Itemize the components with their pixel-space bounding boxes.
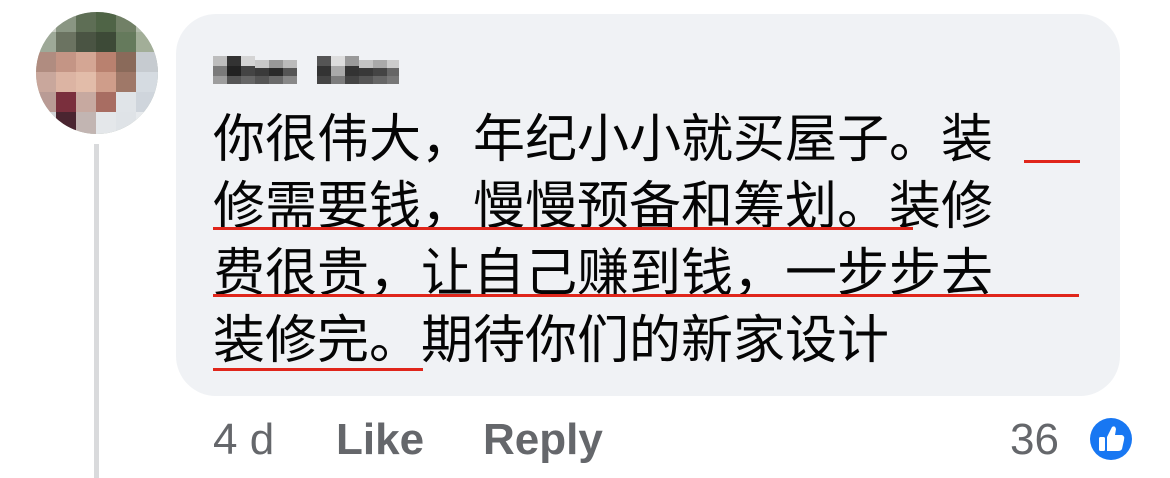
red-underline bbox=[1024, 160, 1080, 163]
comment-line: 费很贵，让自己赚到钱，一步步去 bbox=[213, 244, 994, 304]
thumbs-up-icon[interactable] bbox=[1085, 413, 1137, 465]
comment-line: 修需要钱，慢慢预备和筹划。装修 bbox=[213, 177, 994, 237]
reply-button[interactable]: Reply bbox=[483, 412, 603, 468]
reaction-count[interactable]: 36 bbox=[1010, 412, 1059, 468]
avatar-image bbox=[36, 12, 158, 134]
author-name-redacted[interactable] bbox=[213, 50, 399, 86]
thread-line bbox=[94, 144, 99, 478]
avatar[interactable] bbox=[36, 12, 158, 134]
comment-text: 你很伟大，年纪小小就买屋子。装 修需要钱，慢慢预备和筹划。装修 费很贵，让自己赚… bbox=[213, 107, 1093, 375]
thumbs-up-badge bbox=[1087, 415, 1135, 463]
red-underline bbox=[213, 227, 913, 230]
timestamp[interactable]: 4 d bbox=[213, 412, 274, 468]
comment-line: 你很伟大，年纪小小就买屋子。装 bbox=[213, 110, 994, 170]
red-underline bbox=[213, 368, 423, 371]
redacted-name-pixels bbox=[213, 56, 399, 84]
comment-line: 装修完。期待你们的新家设计 bbox=[213, 311, 890, 371]
like-button[interactable]: Like bbox=[336, 412, 424, 468]
red-underline bbox=[213, 294, 1079, 297]
